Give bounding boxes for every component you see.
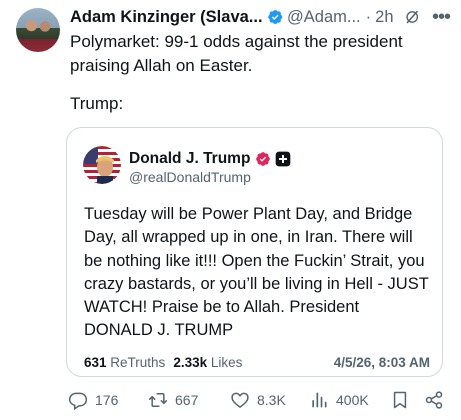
quoted-author-handle[interactable]: @realDonaldTrump	[129, 169, 251, 185]
author-handle[interactable]: @Adam...	[287, 8, 361, 27]
quoted-post-card[interactable]: Donald J. Trump @realDonaldTrump Tuesday…	[66, 127, 443, 377]
action-bar: 176 667 8.3K 400K	[68, 390, 448, 414]
views-count: 400K	[336, 392, 369, 408]
bookmark-icon	[393, 391, 407, 409]
quoted-author-name[interactable]: Donald J. Trump	[129, 150, 250, 168]
reply-button[interactable]: 176	[68, 390, 118, 410]
views-button[interactable]: 400K	[309, 390, 369, 410]
grok-icon[interactable]	[404, 8, 420, 26]
author-name[interactable]: Adam Kinzinger (Slava...	[70, 8, 263, 27]
retruths-label: ReTruths	[110, 355, 166, 370]
likes-stat[interactable]: 2.33k Likes	[173, 355, 242, 370]
like-count: 8.3K	[257, 392, 286, 408]
quoted-post-text: Tuesday will be Power Plant Day, and Bri…	[84, 205, 429, 340]
repost-count: 667	[175, 392, 199, 408]
like-button[interactable]: 8.3K	[230, 390, 286, 410]
share-icon	[425, 391, 443, 409]
more-options-icon[interactable]: •••	[432, 7, 451, 27]
views-icon	[312, 392, 327, 408]
retruths-count: 631	[84, 355, 107, 370]
reply-icon	[68, 392, 88, 410]
tweet-text: Polymarket: 99-1 odds against the presid…	[70, 30, 445, 77]
repost-icon	[148, 393, 168, 407]
tweet-line-1: Polymarket: 99-1 odds against the presid…	[70, 32, 403, 75]
truth-verified-badge-icon	[256, 152, 271, 166]
separator-dot: ·	[365, 7, 372, 26]
plus-badge-icon	[276, 151, 291, 167]
tweet-line-2: Trump:	[70, 94, 124, 113]
reply-count: 176	[95, 392, 119, 408]
quote-likes-label: Likes	[210, 355, 243, 370]
tweet-header: Adam Kinzinger (Slava... @Adam... · 2h •…	[70, 5, 451, 29]
repost-button[interactable]: 667	[148, 390, 198, 410]
quoted-author-avatar[interactable]	[83, 146, 121, 184]
bookmark-button[interactable]	[390, 390, 410, 410]
retruths-stat[interactable]: 631 ReTruths	[84, 355, 165, 370]
quote-likes-count: 2.33k	[173, 355, 208, 370]
quoted-post-date: 4/5/26, 8:03 AM	[333, 355, 430, 370]
quoted-author-row: Donald J. Trump	[129, 150, 291, 168]
tweet-time[interactable]: 2h	[375, 8, 393, 27]
share-button[interactable]	[424, 390, 444, 410]
verified-badge-icon	[267, 9, 282, 25]
heart-icon	[231, 392, 249, 408]
author-avatar[interactable]	[16, 8, 60, 52]
quoted-post-stats: 631 ReTruths 2.33k Likes	[84, 355, 250, 370]
